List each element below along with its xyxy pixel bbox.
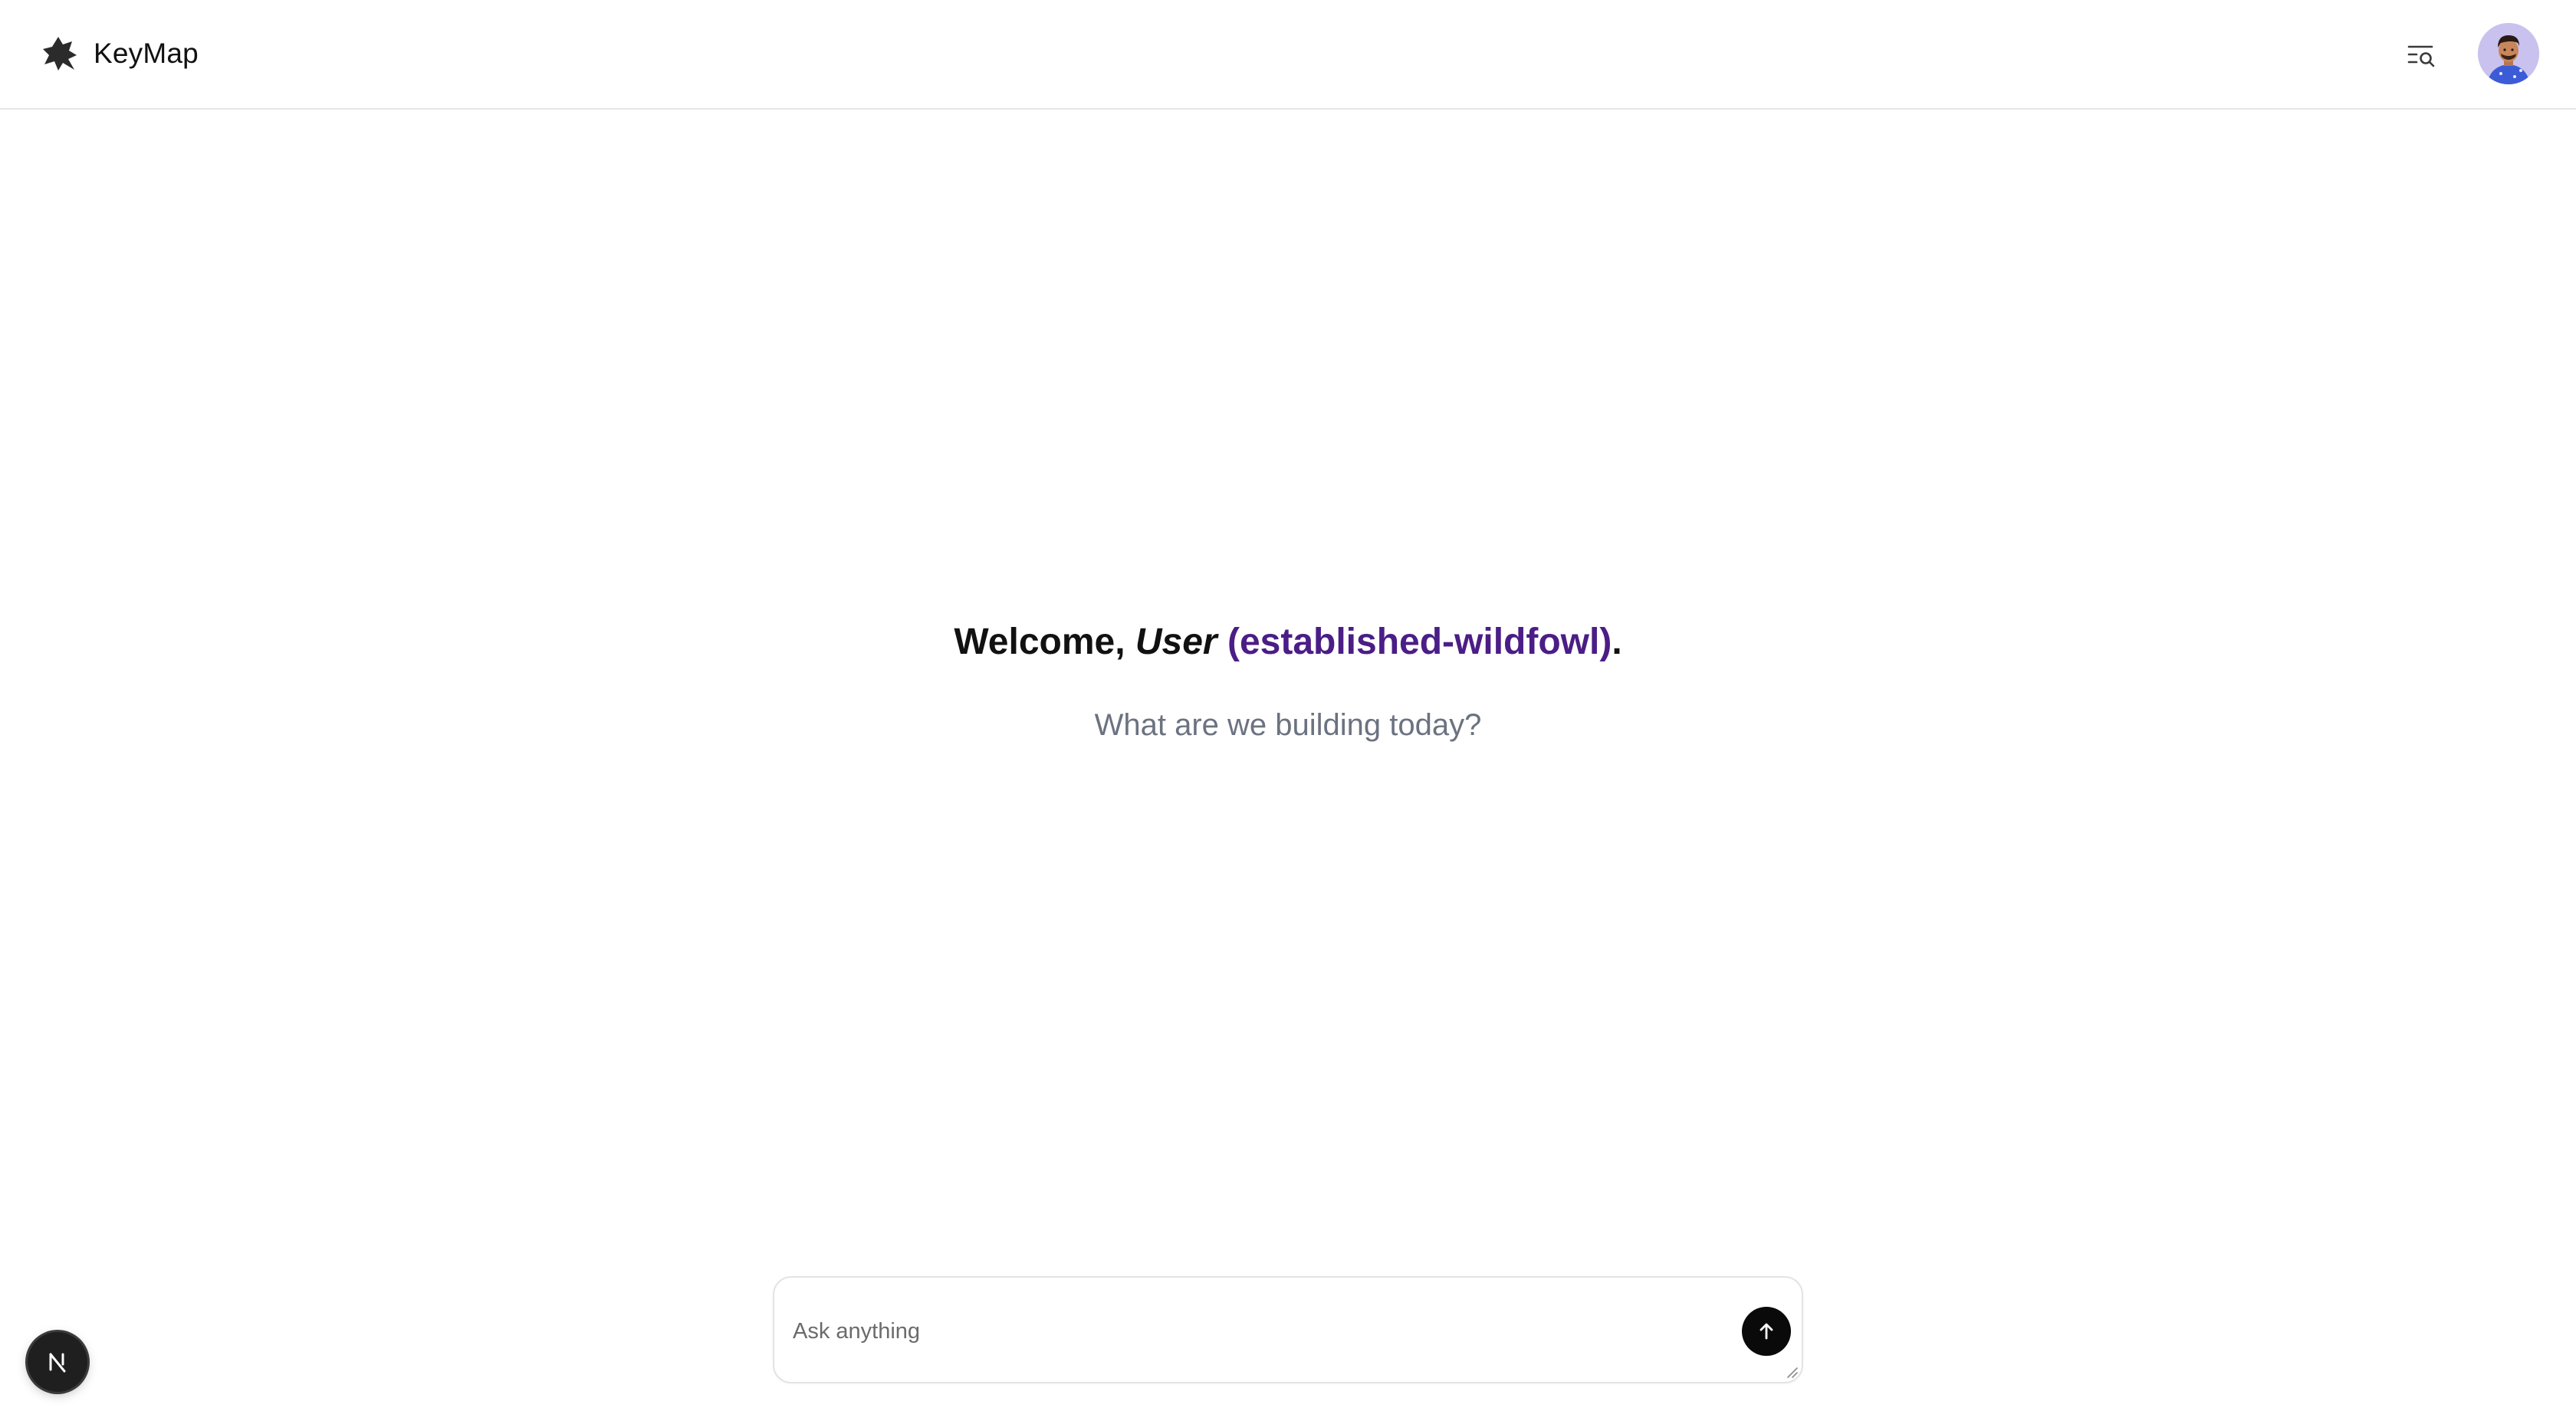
top-bar: KeyMap: [0, 0, 2576, 110]
nextjs-icon: [49, 1353, 66, 1373]
avatar[interactable]: [2478, 23, 2539, 84]
user-name: User: [1135, 622, 1217, 662]
nextjs-dev-indicator[interactable]: [28, 1332, 87, 1392]
brand[interactable]: KeyMap: [40, 31, 199, 77]
app-name: KeyMap: [94, 38, 199, 69]
user-avatar-image: [2478, 23, 2539, 84]
welcome-section: Welcome, User (established-wildfowl). Wh…: [0, 605, 2576, 743]
welcome-suffix: .: [1612, 622, 1622, 662]
send-button[interactable]: [1742, 1307, 1791, 1356]
list-search-icon: [2407, 45, 2435, 67]
welcome-heading: Welcome, User (established-wildfowl).: [0, 605, 2576, 679]
star-badge-icon: [43, 37, 77, 71]
user-handle: (established-wildfowl): [1227, 622, 1612, 662]
chat-composer: [773, 1276, 1803, 1383]
arrow-up-icon: [1760, 1323, 1773, 1340]
search-history-button[interactable]: [2402, 35, 2440, 74]
welcome-subtitle: What are we building today?: [1094, 708, 1482, 742]
welcome-prefix: Welcome,: [954, 622, 1135, 662]
resize-handle-icon[interactable]: [1785, 1365, 1799, 1379]
prompt-input[interactable]: [793, 1313, 1713, 1350]
